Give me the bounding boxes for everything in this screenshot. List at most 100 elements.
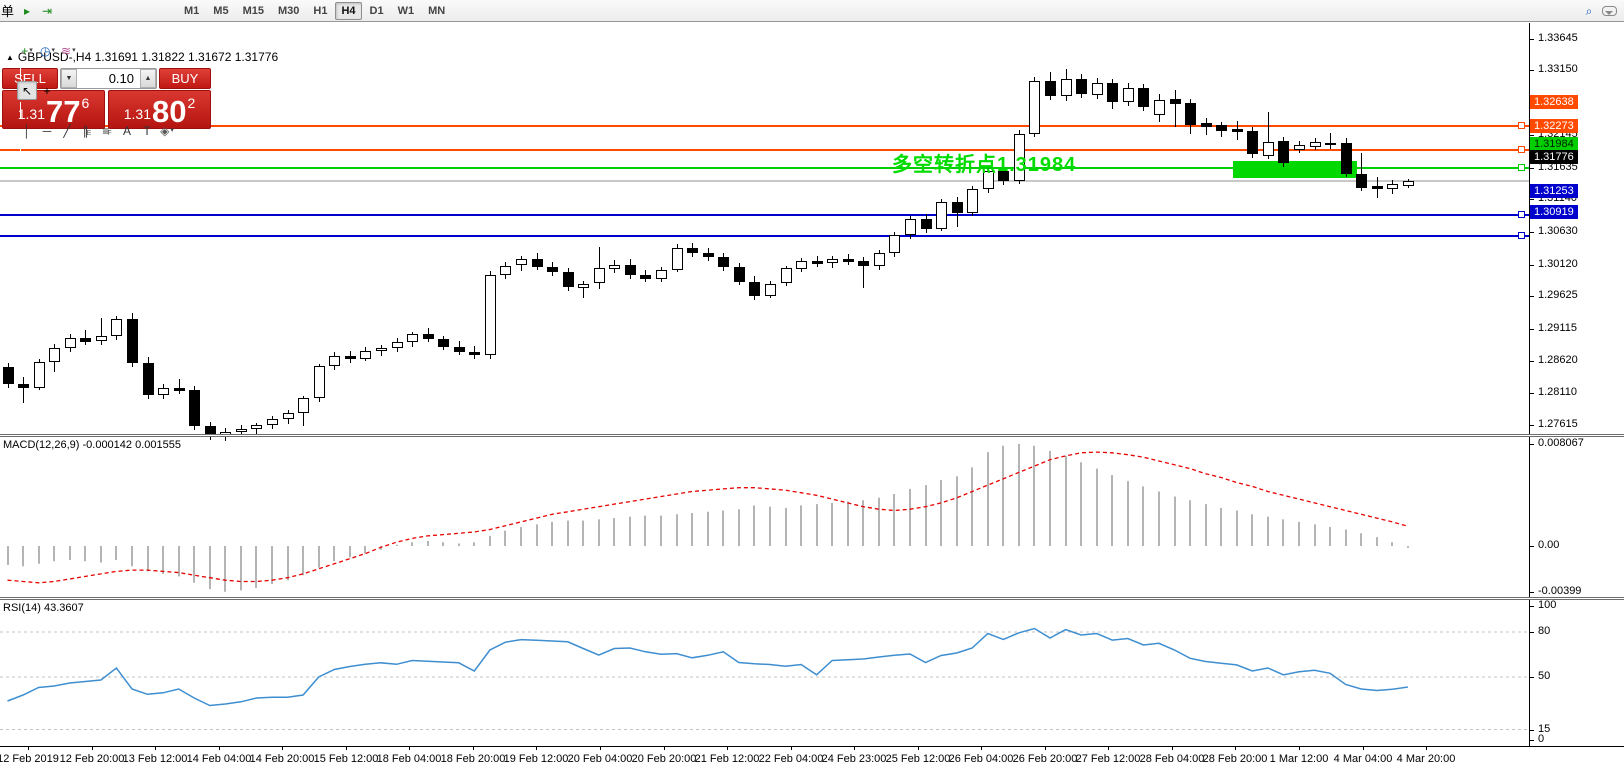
level-line-handle[interactable] [1518, 146, 1525, 153]
level-line-handle[interactable] [1518, 232, 1525, 239]
templates-icon: ≋ [61, 43, 72, 58]
candle [843, 259, 854, 262]
candle [34, 362, 45, 388]
time-tick [473, 747, 474, 750]
chevron-down-icon[interactable]: ▾ [72, 47, 76, 54]
search-button[interactable]: ⌕ [1579, 2, 1599, 21]
price-tick-label: 1.28110 [1538, 386, 1577, 398]
pane-splitter-rsi[interactable] [0, 597, 1624, 600]
time-tick [854, 747, 855, 750]
new-chart-button[interactable]: + ▾ [17, 41, 37, 60]
crosshair-button[interactable]: + [37, 81, 57, 100]
candle [672, 248, 683, 270]
candle [438, 339, 449, 347]
price-badge-1.30919: 1.30919 [1530, 205, 1578, 219]
level-line-handle[interactable] [1518, 211, 1525, 218]
candle [314, 366, 325, 398]
level-line-1.31776[interactable] [0, 180, 1529, 182]
trendline-icon: ╱ [63, 123, 71, 138]
time-tick [1363, 747, 1364, 750]
candle [1232, 129, 1243, 132]
candle [1076, 79, 1087, 94]
price-axis-border [1529, 23, 1530, 746]
timeframe-m30[interactable]: M30 [272, 2, 305, 20]
candle [625, 265, 636, 275]
timeframe-w1[interactable]: W1 [392, 2, 421, 20]
buy-price-sup: 2 [187, 95, 196, 111]
toolbar-group: ▸ ⇥ [17, 0, 177, 22]
highlight-rectangle[interactable] [1233, 161, 1357, 178]
price-axis[interactable]: 1.32638 1.32273 1.31984 1.31776 1.31253 1.309… [1530, 23, 1624, 746]
time-label: 20 Feb 20:00 [631, 753, 697, 765]
trendline-button[interactable]: ╱ [57, 121, 77, 140]
time-tick [536, 747, 537, 750]
candle [1092, 83, 1103, 95]
time-tick [918, 747, 919, 750]
timeframe-m15[interactable]: M15 [237, 2, 270, 20]
candle [96, 336, 107, 341]
candle [1310, 142, 1321, 147]
timeframe-h4[interactable]: H4 [335, 1, 362, 20]
level-line-1.30919[interactable] [0, 235, 1529, 237]
price-badge-1.32273: 1.32273 [1530, 119, 1578, 133]
chevron-down-icon[interactable]: ▾ [170, 127, 174, 134]
menu-fragment[interactable]: 单 [0, 1, 17, 20]
cursor-button[interactable]: ↖ [17, 81, 38, 100]
auto-scroll-button[interactable]: ▸ [17, 1, 37, 20]
candle [687, 248, 698, 253]
channel-button[interactable]: ∥ E [77, 121, 97, 140]
time-tick [1235, 747, 1236, 750]
time-axis[interactable]: 12 Feb 2019 12 Feb 20:00 13 Feb 12:00 14 Fe… [0, 747, 1624, 773]
axis-tick [1530, 740, 1534, 741]
chat-button[interactable] [1599, 2, 1620, 21]
rsi-label: RSI(14) 43.3607 [3, 602, 84, 614]
candle [80, 338, 91, 342]
level-line-handle[interactable] [1518, 122, 1525, 129]
fibonacci-button[interactable]: ≡ F [97, 121, 117, 140]
time-label: 18 Feb 04:00 [376, 753, 442, 765]
horizontal-line-button[interactable]: ─ [37, 121, 57, 140]
cursor-icon: ↖ [21, 83, 33, 98]
candle [143, 363, 154, 395]
panel-collapse-icon[interactable]: ▲ [6, 53, 14, 62]
annotation-text[interactable]: 多空转折点1.31984 [892, 148, 1076, 177]
pane-splitter-macd[interactable] [0, 434, 1624, 437]
text-label-button[interactable]: T [137, 121, 157, 140]
periods-button[interactable]: ◷ ▾ [37, 41, 58, 60]
crosshair-icon: + [43, 83, 51, 98]
price-badge-1.31776: 1.31776 [1530, 150, 1578, 164]
timeframe-mn[interactable]: MN [422, 2, 451, 20]
candle [578, 284, 589, 288]
text-button[interactable]: A [117, 121, 137, 140]
timeframe-d1[interactable]: D1 [364, 2, 390, 20]
candle [1185, 103, 1196, 125]
level-line-handle[interactable] [1518, 164, 1525, 171]
toolbar: 单 ◆▦◉●自动交易║▋╱⊕⊖⊞▸⇥+▾◷▾≋▾↖+│─╱∥E≡FAT◈▾ M1… [0, 0, 1624, 159]
price-badge-1.31984: 1.31984 [1530, 137, 1578, 151]
shapes-button[interactable]: ◈ ▾ [157, 121, 177, 140]
level-line-1.31253[interactable] [0, 214, 1529, 216]
templates-button[interactable]: ≋ ▾ [58, 41, 79, 60]
search-icon: ⌕ [1585, 4, 1593, 18]
level-line-1.32638[interactable] [0, 125, 1529, 127]
candle [283, 413, 294, 419]
candle [718, 257, 729, 267]
candle [392, 342, 403, 348]
chart-shift-button[interactable]: ⇥ [37, 1, 57, 20]
rsi-axis-label: 100 [1538, 599, 1557, 611]
timeframe-h1[interactable]: H1 [307, 2, 333, 20]
chevron-down-icon[interactable]: ▾ [29, 47, 33, 54]
timeframe-m5[interactable]: M5 [207, 2, 234, 20]
chevron-down-icon[interactable]: ▾ [52, 47, 56, 54]
candle [3, 367, 14, 384]
timeframe-m1[interactable]: M1 [178, 2, 205, 20]
candle [703, 253, 714, 257]
axis-tick [1530, 677, 1534, 678]
chart-area[interactable]: ▲ GBPUSD-,H4 1.31691 1.31822 1.31672 1.31… [0, 23, 1624, 773]
time-label: 14 Feb 20:00 [249, 753, 315, 765]
vertical-line-button[interactable]: │ [17, 121, 37, 140]
time-label: 15 Feb 12:00 [313, 753, 379, 765]
icon-subscript: F [107, 130, 112, 137]
time-label: 12 Feb 2019 [0, 753, 59, 765]
time-tick [1426, 747, 1427, 750]
